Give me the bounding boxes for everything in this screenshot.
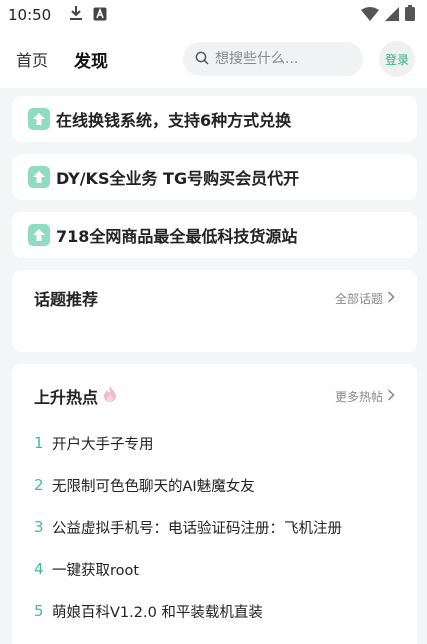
wifi-icon (361, 6, 379, 25)
search-icon (195, 50, 209, 69)
more-hot-posts-label: 更多热帖 (334, 389, 383, 404)
status-system-icons (361, 5, 415, 25)
hot-list: 1 开户大手子专用 2 无限制可色色聊天的AI魅魔女友 3 公益虚拟手机号：电话… (34, 422, 395, 632)
arrow-up-icon (28, 224, 50, 246)
flame-icon (102, 385, 118, 407)
search-input[interactable] (215, 51, 345, 67)
arrow-up-icon (28, 166, 50, 188)
battery-icon (405, 5, 415, 25)
notice-text: 在线换钱系统，支持6种方式兑换 (56, 111, 292, 130)
hot-list-item[interactable]: 2 无限制可色色聊天的AI魅魔女友 (34, 464, 395, 506)
status-time: 10:50 (8, 6, 52, 24)
more-hot-posts-link[interactable]: 更多热帖 (335, 388, 395, 405)
tab-home[interactable]: 首页 (16, 47, 48, 71)
hot-title: 萌娘百科V1.2.0 和平装载机直装 (52, 604, 263, 621)
hot-rank: 1 (34, 434, 44, 452)
hot-rank: 5 (34, 602, 44, 620)
app-notification-icon (93, 6, 107, 25)
hot-list-item[interactable]: 1 开户大手子专用 (34, 422, 395, 464)
hot-title: 开户大手子专用 (52, 436, 154, 453)
notice-card[interactable]: 在线换钱系统，支持6种方式兑换 (12, 96, 417, 142)
signal-icon (385, 6, 399, 25)
tab-discover[interactable]: 发现 (74, 47, 109, 75)
login-button[interactable]: 登录 (379, 41, 415, 77)
notice-card[interactable]: DY/KS全业务 TG号购买会员代开 (12, 154, 417, 200)
hot-card-header: 上升热点 更多热帖 (34, 384, 395, 408)
top-nav: 首页 发现 登录 (0, 30, 427, 88)
download-icon (69, 5, 83, 25)
topic-card-header: 话题推荐 全部话题 (34, 286, 395, 310)
arrow-up-icon (28, 108, 50, 130)
chevron-right-icon (387, 388, 395, 404)
hot-title: 无限制可色色聊天的AI魅魔女友 (52, 478, 255, 495)
rising-hot-card: 上升热点 更多热帖 1 开户大手子专用 2 无限制可色色聊天的AI魅魔女友 3 (12, 364, 417, 644)
hot-title: 一键获取root (52, 562, 140, 579)
search-box[interactable] (183, 42, 363, 76)
status-bar: 10:50 (0, 0, 427, 30)
discover-content[interactable]: 在线换钱系统，支持6种方式兑换 DY/KS全业务 TG号购买会员代开 718全网… (0, 88, 427, 644)
status-notification-icons (69, 5, 107, 25)
hot-card-title: 上升热点 (34, 388, 99, 407)
hot-list-item[interactable]: 3 公益虚拟手机号：电话验证码注册：飞机注册 (34, 506, 395, 548)
all-topics-link[interactable]: 全部话题 (335, 290, 395, 307)
hot-title: 公益虚拟手机号：电话验证码注册：飞机注册 (52, 520, 342, 537)
hot-rank: 3 (34, 518, 44, 536)
hot-list-item[interactable]: 5 萌娘百科V1.2.0 和平装载机直装 (34, 590, 395, 632)
notice-text: 718全网商品最全最低科技货源站 (56, 227, 298, 246)
all-topics-label: 全部话题 (334, 291, 383, 306)
notice-card[interactable]: 718全网商品最全最低科技货源站 (12, 212, 417, 258)
notice-text: DY/KS全业务 TG号购买会员代开 (56, 169, 300, 188)
topic-card-title: 话题推荐 (34, 290, 99, 309)
hot-rank: 4 (34, 560, 44, 578)
topic-recommend-card: 话题推荐 全部话题 (12, 270, 417, 352)
hot-rank: 2 (34, 476, 44, 494)
chevron-right-icon (387, 290, 395, 306)
hot-list-item[interactable]: 4 一键获取root (34, 548, 395, 590)
next-section-card (12, 640, 417, 644)
